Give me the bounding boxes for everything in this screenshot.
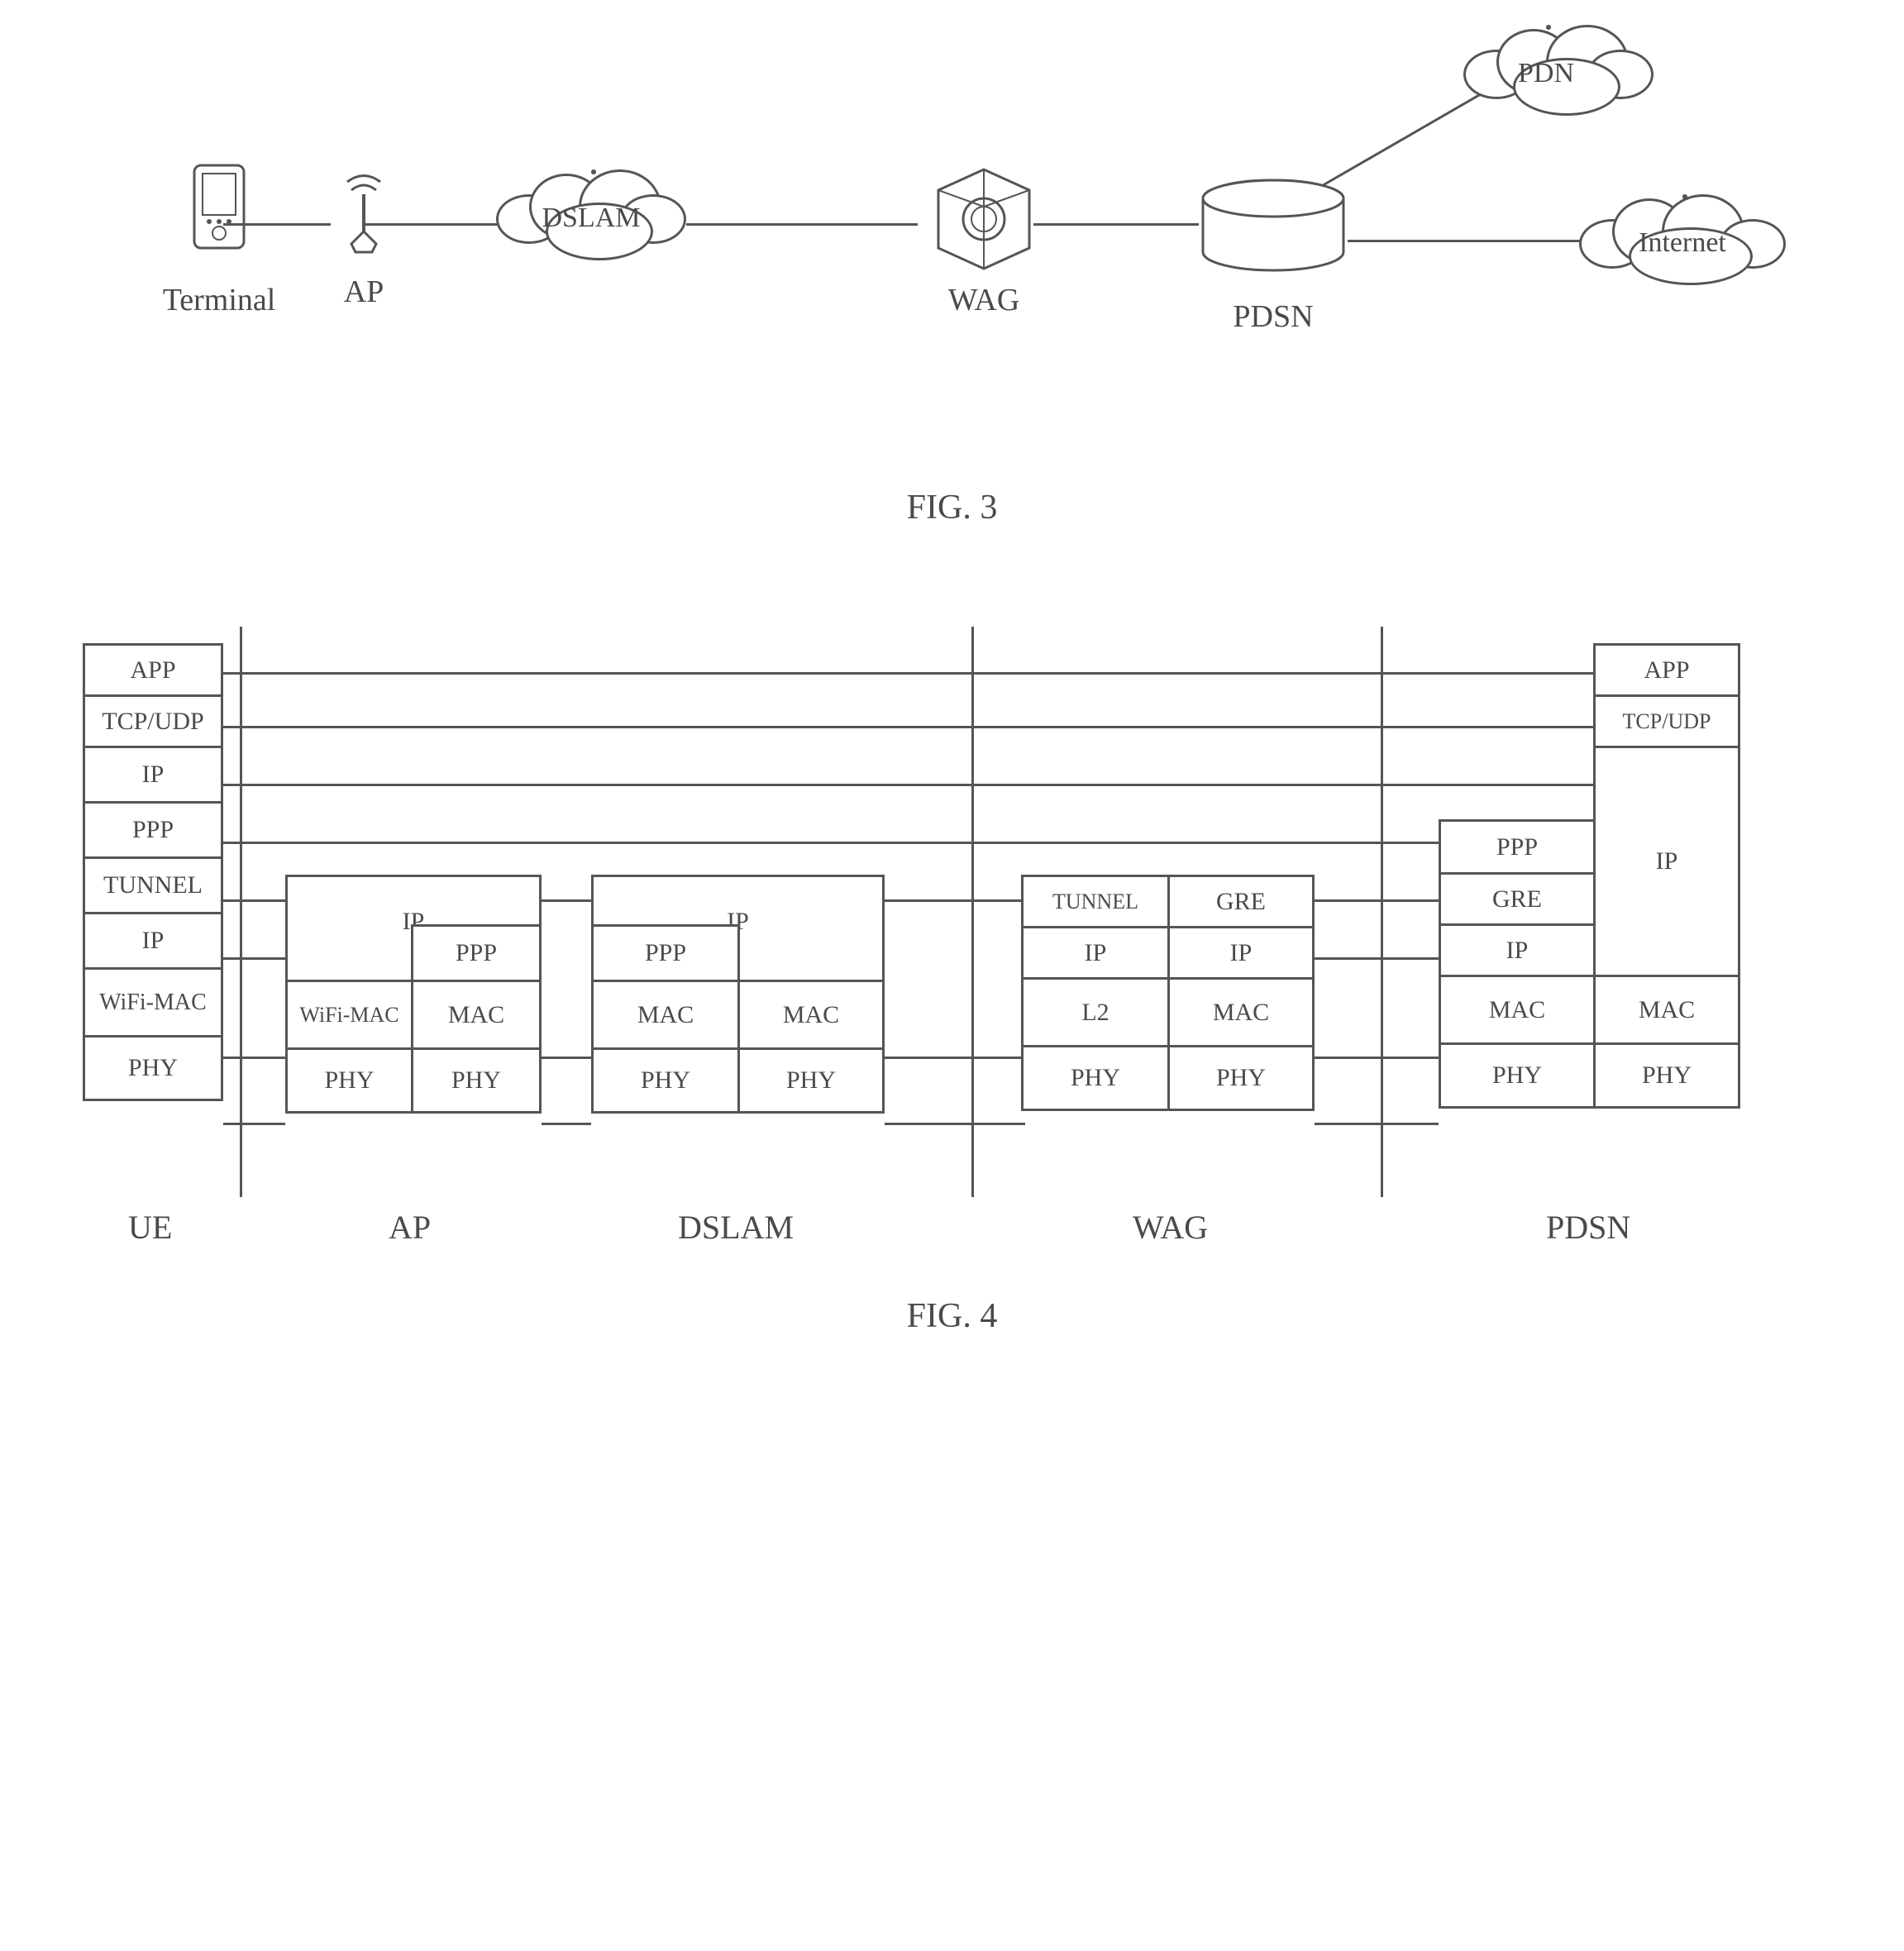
internet-node: Internet	[1579, 194, 1786, 302]
pdsn-label: PDSN	[1191, 298, 1356, 335]
pdsn-left-ppp: PPP	[1439, 819, 1596, 875]
section-pdsn: PDSN	[1546, 1208, 1630, 1247]
terminal-icon	[178, 157, 260, 273]
dslam-right-phy: PHY	[737, 1047, 885, 1114]
section-dslam: DSLAM	[678, 1208, 794, 1247]
ap-label: AP	[322, 274, 405, 310]
dslam-cloud: DSLAM	[496, 169, 686, 269]
dslam-right-mac: MAC	[737, 980, 885, 1050]
pdsn-right-ip: IP	[1593, 746, 1740, 977]
fig4-canvas: APP TCP/UDP IP PPP TUNNEL IP WiFi-MAC PH…	[83, 627, 1819, 1247]
dslam-label: DSLAM	[496, 203, 686, 234]
ap-node: AP	[322, 165, 405, 310]
dslam-node: DSLAM	[496, 169, 686, 269]
ue-ppp: PPP	[83, 801, 223, 859]
pdsn-right-mac: MAC	[1593, 975, 1740, 1045]
wag-left-phy: PHY	[1021, 1045, 1170, 1111]
section-ue: UE	[128, 1208, 172, 1247]
pdn-cloud: PDN	[1463, 25, 1629, 116]
terminal-label: Terminal	[157, 282, 281, 318]
wag-right-phy: PHY	[1167, 1045, 1315, 1111]
ue-app: APP	[83, 643, 223, 697]
section-wag: WAG	[1133, 1208, 1208, 1247]
dslam-left-phy: PHY	[591, 1047, 740, 1114]
dslam-left-ppp: PPP	[591, 924, 740, 982]
ap-block: IP WiFi-MAC PHY PPP MAC PHY	[285, 875, 542, 982]
dslam-block: IP PPP MAC PHY MAC PHY	[591, 875, 885, 982]
section-ap: AP	[389, 1208, 431, 1247]
ue-wifimac: WiFi-MAC	[83, 967, 223, 1038]
ue-stack: APP TCP/UDP IP PPP TUNNEL IP WiFi-MAC PH…	[83, 643, 223, 1101]
ue-phy: PHY	[83, 1035, 223, 1101]
dslam-left-mac: MAC	[591, 980, 740, 1050]
ue-ip-lower: IP	[83, 912, 223, 970]
ap-left-phy: PHY	[285, 1047, 413, 1114]
ap-right-phy: PHY	[411, 1047, 542, 1114]
ap-icon	[331, 165, 397, 265]
wag-right-gre: GRE	[1167, 875, 1315, 928]
ap-left-wifimac: WiFi-MAC	[285, 980, 413, 1050]
ue-ip-upper: IP	[83, 746, 223, 804]
fig3-canvas: Terminal AP DSLAM	[157, 33, 1811, 463]
pdsn-icon	[1195, 174, 1352, 289]
ap-right-mac: MAC	[411, 980, 542, 1050]
fig4-caption: FIG. 4	[33, 1296, 1871, 1336]
pdsn-left-mac: MAC	[1439, 975, 1596, 1045]
pdsn-left-ip: IP	[1439, 923, 1596, 977]
wag-left-tunnel: TUNNEL	[1021, 875, 1170, 928]
wag-left-ip: IP	[1021, 926, 1170, 980]
internet-cloud: Internet	[1579, 194, 1786, 302]
pdn-node: PDN	[1463, 25, 1629, 116]
wag-label: WAG	[918, 282, 1050, 318]
pdn-label: PDN	[1463, 58, 1629, 89]
internet-label: Internet	[1579, 227, 1786, 259]
pdsn-left-gre: GRE	[1439, 872, 1596, 926]
figure-4: APP TCP/UDP IP PPP TUNNEL IP WiFi-MAC PH…	[33, 627, 1871, 1336]
wag-right-mac: MAC	[1167, 977, 1315, 1047]
fig3-caption: FIG. 3	[33, 488, 1871, 527]
pdsn-left-phy: PHY	[1439, 1042, 1596, 1109]
pdsn-right-tcpip: TCP/UDP	[1593, 694, 1740, 748]
ue-tcpip: TCP/UDP	[83, 694, 223, 748]
ue-tunnel: TUNNEL	[83, 856, 223, 914]
ap-right-ppp: PPP	[411, 924, 542, 982]
terminal-node: Terminal	[157, 157, 281, 318]
pdsn-right-app: APP	[1593, 643, 1740, 697]
pdsn-right-phy: PHY	[1593, 1042, 1740, 1109]
wag-right-ip: IP	[1167, 926, 1315, 980]
wag-node: WAG	[918, 157, 1050, 318]
figure-3: Terminal AP DSLAM	[33, 33, 1871, 527]
pdsn-node: PDSN	[1191, 174, 1356, 335]
wag-icon	[922, 157, 1046, 273]
wag-left-l2: L2	[1021, 977, 1170, 1047]
